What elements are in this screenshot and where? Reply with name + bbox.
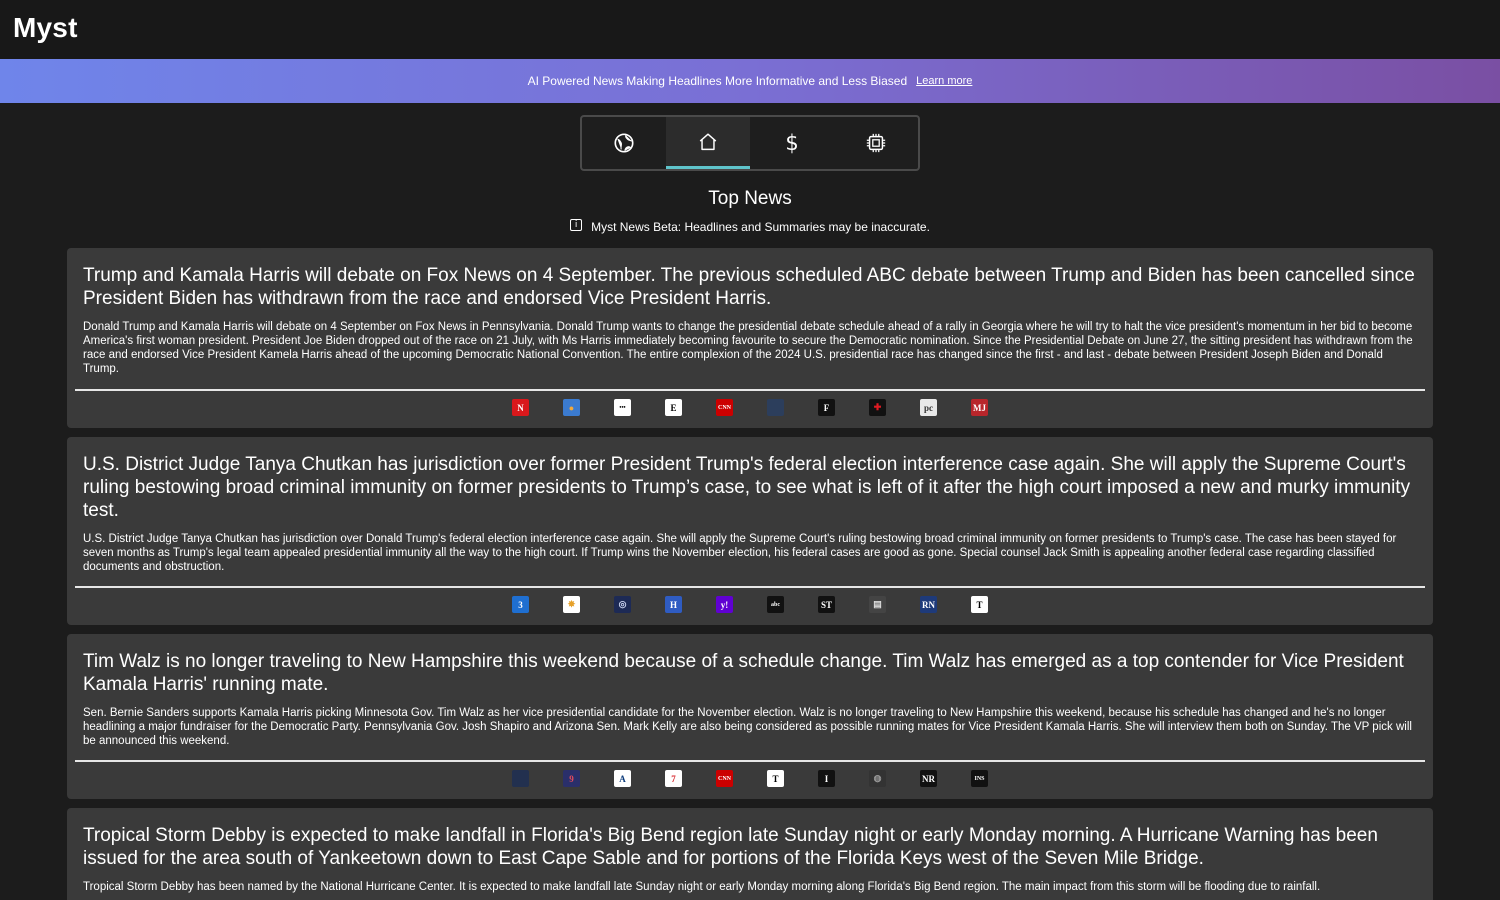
source-economist-icon[interactable]: E xyxy=(665,399,682,416)
source-nyt-icon[interactable]: T xyxy=(767,770,784,787)
card-divider xyxy=(75,586,1425,588)
announcement-banner: AI Powered News Making Headlines More In… xyxy=(0,59,1500,103)
source-telegraph-icon[interactable]: T xyxy=(971,596,988,613)
top-bar: Myst xyxy=(0,0,1500,59)
news-headline[interactable]: Trump and Kamala Harris will debate on F… xyxy=(67,248,1433,310)
disclaimer-text: Myst News Beta: Headlines and Summaries … xyxy=(591,220,930,234)
learn-more-link[interactable]: Learn more xyxy=(916,75,972,87)
news-headline[interactable]: Tim Walz is no longer traveling to New H… xyxy=(67,634,1433,696)
tab-home[interactable] xyxy=(666,117,750,169)
news-summary: Tropical Storm Debby has been named by t… xyxy=(83,881,1321,893)
source-list: 9 A 7 CNN T I ◍ NR INS xyxy=(67,770,1433,787)
tab-technology[interactable] xyxy=(834,117,918,169)
source-h-icon[interactable]: H xyxy=(665,596,682,613)
news-card[interactable]: U.S. District Judge Tanya Chutkan has ju… xyxy=(67,437,1433,625)
source-page-icon[interactable]: ▤ xyxy=(869,596,886,613)
chip-icon xyxy=(866,133,886,153)
source-3-icon[interactable]: 3 xyxy=(512,596,529,613)
source-i-icon[interactable]: I xyxy=(818,770,835,787)
source-yahoo-icon[interactable]: y! xyxy=(716,596,733,613)
beta-disclaimer: i Myst News Beta: Headlines and Summarie… xyxy=(0,219,1500,234)
tab-world[interactable] xyxy=(582,117,666,169)
source-cnn-icon[interactable]: CNN xyxy=(716,770,733,787)
source-7-icon[interactable]: 7 xyxy=(665,770,682,787)
source-pc-icon[interactable]: pc xyxy=(920,399,937,416)
news-card[interactable]: Trump and Kamala Harris will debate on F… xyxy=(67,248,1433,428)
source-f-icon[interactable]: F xyxy=(818,399,835,416)
tab-finance[interactable]: $ xyxy=(750,117,834,169)
source-list: 3 ✸ ◎ Hy! abc ST ▤ RN T xyxy=(67,596,1433,613)
source-a-icon[interactable]: A xyxy=(614,770,631,787)
page-title: Top News xyxy=(708,188,792,209)
info-icon: i xyxy=(570,219,583,231)
news-headline[interactable]: U.S. District Judge Tanya Chutkan has ju… xyxy=(67,437,1433,522)
news-card[interactable]: Tim Walz is no longer traveling to New H… xyxy=(67,634,1433,799)
source-red-cross-icon[interactable]: ✚ xyxy=(869,399,886,416)
source-n-icon[interactable]: N xyxy=(512,399,529,416)
source-9-icon[interactable]: 9 xyxy=(563,770,580,787)
news-summary: Sen. Bernie Sanders supports Kamala Harr… xyxy=(83,707,1412,747)
home-icon xyxy=(699,132,717,150)
dollar-icon: $ xyxy=(785,131,799,155)
source-dark-blue-icon[interactable] xyxy=(767,399,784,416)
source-st-icon[interactable]: ST xyxy=(818,596,835,613)
card-divider xyxy=(75,760,1425,762)
news-summary: Donald Trump and Kamala Harris will deba… xyxy=(83,321,1413,375)
banner-text: AI Powered News Making Headlines More In… xyxy=(527,74,908,88)
source-nbc-icon[interactable]: ✸ xyxy=(563,596,580,613)
source-seal-icon[interactable]: ◎ xyxy=(614,596,631,613)
source-dots-icon[interactable]: ••• xyxy=(614,399,631,416)
source-abc-icon[interactable]: abc xyxy=(767,596,784,613)
source-realnews-icon[interactable]: RN xyxy=(920,596,937,613)
source-circle-icon[interactable]: ● xyxy=(563,399,580,416)
news-headline[interactable]: Tropical Storm Debby is expected to make… xyxy=(67,808,1433,870)
globe-icon xyxy=(614,133,634,153)
source-list: N ● ••• E CNN F ✚ pc MJ xyxy=(67,399,1433,416)
source-navy-icon[interactable] xyxy=(512,770,529,787)
source-nr-icon[interactable]: NR xyxy=(920,770,937,787)
source-ins-icon[interactable]: INS xyxy=(971,770,988,787)
source-red-square-icon[interactable]: MJ xyxy=(971,399,988,416)
news-card[interactable]: Tropical Storm Debby is expected to make… xyxy=(67,808,1433,900)
source-globe-gray-icon[interactable]: ◍ xyxy=(869,770,886,787)
news-summary: U.S. District Judge Tanya Chutkan has ju… xyxy=(83,533,1397,573)
app-logo[interactable]: Myst xyxy=(13,12,78,44)
category-nav: $ xyxy=(580,115,920,171)
card-divider xyxy=(75,389,1425,391)
source-cnn-icon[interactable]: CNN xyxy=(716,399,733,416)
